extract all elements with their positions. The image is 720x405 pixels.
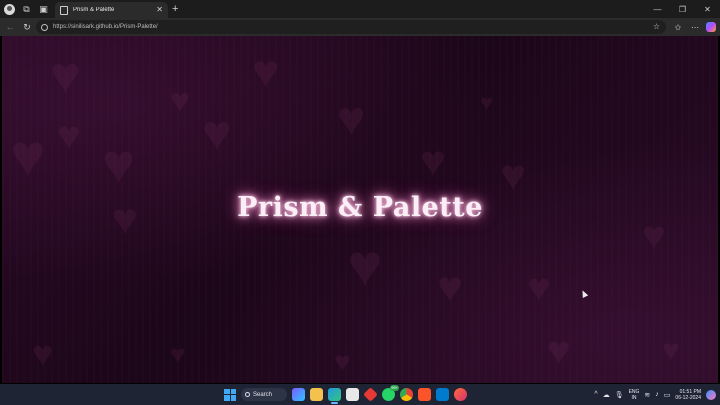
heart-icon: ♥ [32, 333, 54, 374]
heart-icon: ♥ [252, 45, 280, 97]
heart-icon: ♥ [662, 334, 680, 367]
clock[interactable]: 01:51 PM 06-12-2024 [675, 389, 701, 401]
heart-icon: ♥ [170, 339, 186, 369]
heart-icon: ♥ [480, 90, 494, 115]
heart-icon: ♥ [170, 82, 191, 120]
notification-badge: 99+ [390, 385, 399, 391]
workspaces-icon[interactable]: ⧉ [21, 4, 32, 15]
battery-icon[interactable]: ▭ [664, 391, 671, 399]
refresh-icon[interactable]: ↻ [20, 20, 34, 34]
heart-icon: ♥ [334, 346, 351, 377]
heart-icon: ♥ [420, 137, 447, 186]
heart-icon: ♥ [347, 232, 383, 299]
chrome-icon[interactable] [400, 388, 413, 401]
title-bar: ⧉ ▣ Prism & Palette ✕ + — ❐ ✕ [0, 0, 720, 18]
heart-icon: ♥ [527, 266, 551, 310]
clock-time: 01:51 PM [679, 388, 701, 395]
wifi-icon[interactable]: ≋ [644, 391, 650, 399]
navigation-bar: ← ↻ https://sinilisark.github.io/Prism-P… [0, 18, 720, 36]
heart-icon: ♥ [337, 93, 366, 146]
microsoft-store-icon[interactable] [346, 388, 359, 401]
cloud-icon[interactable]: ☁ [603, 391, 610, 399]
search-label: Search [253, 391, 273, 398]
file-explorer-icon[interactable] [310, 388, 323, 401]
address-bar[interactable]: https://sinilisark.github.io/Prism-Palet… [36, 20, 666, 34]
notifications-icon[interactable] [706, 389, 716, 400]
more-menu-icon[interactable]: ⋯ [689, 20, 701, 34]
language-indicator[interactable]: ENG IN [629, 389, 640, 401]
tab-actions-icon[interactable]: ▣ [38, 4, 49, 15]
favorites-icon[interactable]: ✩ [672, 20, 684, 34]
heart-icon: ♥ [102, 132, 136, 195]
page-title: Prism & Palette [237, 192, 483, 223]
profile-avatar-icon[interactable] [4, 3, 15, 15]
favorite-star-icon[interactable]: ☆ [653, 22, 660, 31]
restore-icon[interactable]: ❐ [670, 0, 695, 18]
new-tab-button[interactable]: + [172, 3, 178, 15]
taskbar-search[interactable]: Search [241, 388, 287, 401]
tab-title: Prism & Palette [73, 7, 115, 13]
edge-browser-icon[interactable] [328, 388, 341, 404]
git-app-icon[interactable] [363, 387, 378, 402]
copilot-app-icon[interactable] [292, 388, 305, 401]
vscode-icon[interactable] [436, 388, 449, 401]
volume-icon[interactable]: ♪ [655, 391, 659, 398]
chevron-up-icon[interactable]: ^ [594, 391, 597, 398]
screen: ⧉ ▣ Prism & Palette ✕ + — ❐ ✕ ← ↻ https:… [0, 0, 720, 405]
heart-icon: ♥ [202, 105, 232, 161]
back-icon[interactable]: ← [3, 20, 17, 34]
close-window-icon[interactable]: ✕ [695, 0, 720, 18]
site-info-icon[interactable] [41, 23, 48, 31]
taskbar: Search 99+ ^ ☁ 🎙 ENG IN ≋ ♪ ▭ 01:51 PM 0… [0, 384, 720, 405]
start-button[interactable] [224, 388, 236, 401]
heart-icon: ♥ [547, 329, 571, 373]
search-icon [245, 392, 250, 397]
recorder-app-icon[interactable] [454, 388, 467, 401]
tab-prism-palette[interactable]: Prism & Palette ✕ [55, 2, 168, 18]
web-page: ♥ ♥ ♥ ♥ ♥ ♥ ♥ ♥ ♥ ♥ ♥ ♥ ♥ ♥ ♥ ♥ ♥ ♥ ♥ ♥ … [2, 36, 718, 383]
minimize-icon[interactable]: — [645, 0, 670, 18]
clock-date: 06-12-2024 [675, 394, 701, 401]
copilot-icon[interactable] [706, 22, 716, 32]
heart-icon: ♥ [57, 114, 81, 158]
heart-icon: ♥ [50, 47, 81, 105]
close-tab-icon[interactable]: ✕ [156, 6, 163, 14]
heart-icon: ♥ [437, 263, 464, 312]
brave-browser-icon[interactable] [418, 388, 431, 401]
heart-icon: ♥ [10, 122, 46, 189]
microphone-icon[interactable]: 🎙 [615, 391, 624, 399]
page-icon [60, 5, 68, 15]
whatsapp-icon[interactable]: 99+ [382, 385, 399, 401]
url-text: https://sinilisark.github.io/Prism-Palet… [53, 24, 158, 30]
